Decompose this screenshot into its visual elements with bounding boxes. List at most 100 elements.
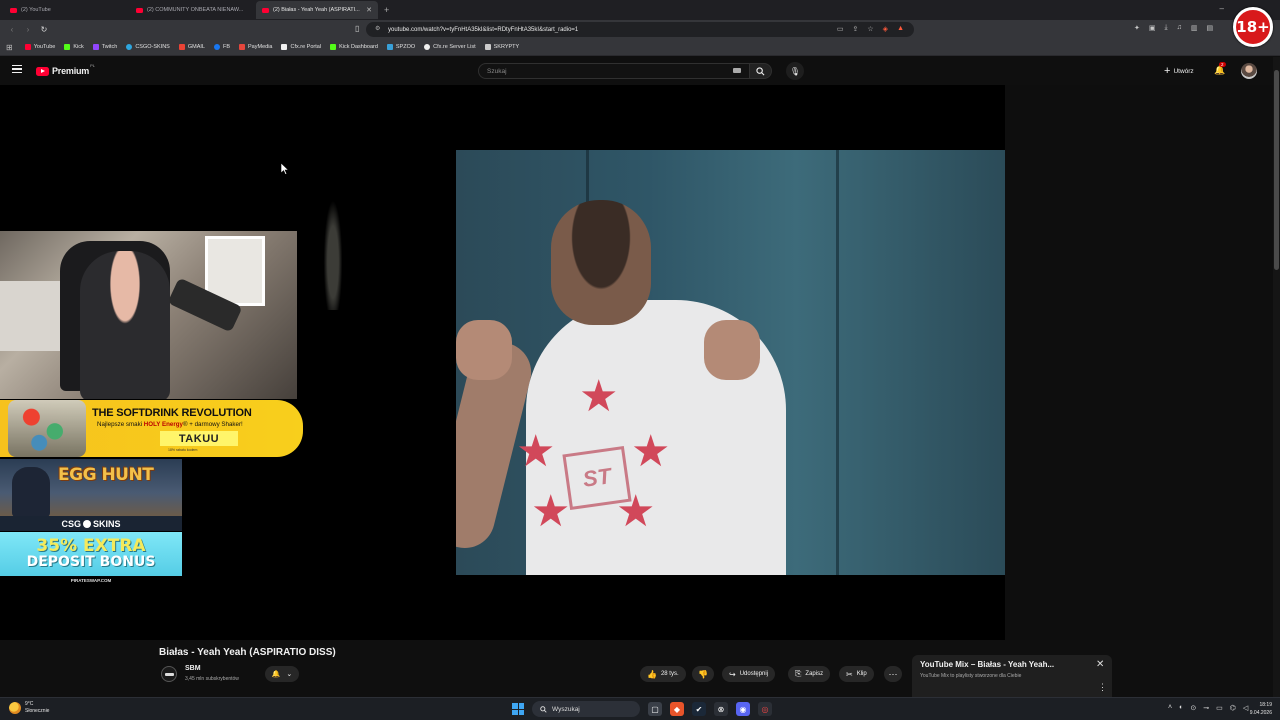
window-controls: –: [1220, 4, 1224, 13]
tray-overflow-icon[interactable]: ˄: [1168, 704, 1172, 712]
account-avatar[interactable]: [1241, 63, 1257, 79]
task-view-icon[interactable]: ▢: [648, 702, 662, 716]
subscription-bell-button[interactable]: 🔔 ⌄: [265, 666, 299, 682]
bookmark-skrypty[interactable]: SKRYPTY: [484, 44, 520, 50]
url-bar[interactable]: ⚙ youtube.com/watch?v=tyFnHtA35kI&list=R…: [366, 22, 914, 37]
bonus-line-2: DEPOSIT BONUS: [26, 554, 156, 570]
weather-description: Słonecznie: [25, 708, 50, 714]
clip-button[interactable]: ✂ Klip: [839, 666, 874, 682]
bookmark-label: Kick Dashboard: [339, 44, 378, 50]
search-input[interactable]: Szukaj: [478, 63, 750, 79]
channel-name[interactable]: SBM: [185, 665, 201, 672]
thumbs-down-icon: 👎: [698, 669, 708, 679]
rewards-triangle-icon[interactable]: ▲: [897, 25, 904, 33]
browser-tab[interactable]: (2) YouTube: [4, 1, 126, 19]
webcam-sofa: [0, 281, 60, 351]
close-icon[interactable]: ✕: [1096, 659, 1104, 670]
weather-sun-icon[interactable]: [9, 702, 21, 714]
bookmark-csgo-skins[interactable]: CSGO-SKINS: [126, 44, 170, 50]
bookmark-twitch[interactable]: Twitch: [92, 44, 117, 50]
channel-avatar[interactable]: [161, 666, 177, 682]
network-icon[interactable]: ⌬: [1230, 704, 1236, 712]
scrollbar-thumb[interactable]: [1274, 70, 1279, 270]
shirt-star: ★: [516, 427, 556, 476]
weather-temperature: 9°C: [25, 701, 34, 707]
browser-tab-active[interactable]: (2) Białas - Yeah Yeah (ASPIRATI... ✕: [256, 1, 378, 19]
minimize-icon[interactable]: –: [1220, 4, 1224, 13]
display-icon[interactable]: ▭: [1216, 704, 1223, 712]
taskbar-search-label: Wyszukaj: [552, 705, 580, 713]
weather-widget[interactable]: 9°C Słonecznie: [25, 701, 49, 715]
back-arrow-icon[interactable]: ‹: [8, 25, 16, 34]
apps-grid-icon[interactable]: ⊞: [6, 43, 13, 52]
bookmark-kick-dashboard[interactable]: Kick Dashboard: [330, 44, 378, 50]
voice-search-button[interactable]: 🎙: [786, 62, 804, 80]
extension-icon[interactable]: ✦: [1134, 24, 1140, 32]
create-label: Utwórz: [1173, 67, 1194, 75]
reload-icon[interactable]: ↻: [40, 25, 48, 34]
bookmark-star-icon[interactable]: ☆: [867, 25, 873, 33]
windows-start-icon[interactable]: [512, 703, 524, 715]
plus-icon: +: [1164, 64, 1171, 77]
bookmark-gmail[interactable]: GMAIL: [178, 44, 205, 50]
mix-title[interactable]: YouTube Mix – Białas - Yeah Yeah...: [920, 660, 1054, 669]
bell-icon: 🔔: [271, 671, 281, 678]
taskbar-clock[interactable]: 18:19 9.04.2026: [1242, 701, 1272, 717]
tray-app-icon[interactable]: ⊙: [1190, 704, 1196, 712]
share-arrow-icon: ↪: [729, 669, 736, 679]
csgo-logo-mark-icon: [83, 519, 91, 528]
bookmark-icon[interactable]: ▯: [355, 24, 359, 33]
like-count: 28 tys.: [660, 671, 679, 677]
steam-icon[interactable]: ✔: [692, 702, 706, 716]
app-icon[interactable]: ◎: [758, 702, 772, 716]
logo-text: Premium: [52, 66, 90, 76]
microphone-icon[interactable]: ⊸: [1203, 704, 1209, 712]
youtube-premium-logo[interactable]: Premium PL: [36, 63, 96, 76]
xbox-icon[interactable]: ⊗: [714, 702, 728, 716]
forward-arrow-icon[interactable]: ›: [24, 25, 32, 34]
sidebar-icon[interactable]: ▥: [1191, 24, 1198, 32]
new-tab-button[interactable]: +: [384, 5, 389, 15]
brave-browser-icon[interactable]: ◆: [670, 702, 684, 716]
egg-hunt-title: EGG HUNT: [58, 465, 154, 485]
discord-icon[interactable]: ◉: [736, 702, 750, 716]
taskbar-search-input[interactable]: Wyszukaj: [532, 701, 640, 717]
like-button[interactable]: 👍 28 tys.: [640, 666, 686, 682]
extension-icons: ✦ ▣ ⤓ ♫ ▥ ▤: [1134, 24, 1213, 32]
share-icon[interactable]: ⇪: [853, 25, 859, 33]
install-app-icon[interactable]: ▭: [837, 25, 844, 33]
extension-icon[interactable]: ▣: [1149, 24, 1156, 32]
close-tab-icon[interactable]: ✕: [366, 6, 372, 14]
country-code: PL: [90, 63, 96, 68]
site-info-icon[interactable]: ⚙: [375, 25, 380, 32]
more-actions-button[interactable]: ⋯: [884, 666, 902, 682]
bookmark-cfx-server-list[interactable]: Cfx.re Server List: [424, 44, 476, 50]
browser-tab[interactable]: (2) COMMUNITY ONBEATA NIENAW...: [130, 1, 252, 19]
clock-date: 9.04.2026: [1249, 710, 1272, 716]
download-icon[interactable]: ⤓: [1165, 24, 1168, 32]
notifications-button[interactable]: 🔔 2: [1214, 62, 1226, 76]
deposit-bonus-banner: 35% EXTRA DEPOSIT BONUS: [0, 532, 182, 576]
bookmark-youtube[interactable]: YouTube: [24, 44, 55, 50]
more-vertical-icon[interactable]: ⋮: [1098, 682, 1107, 693]
tray-app-icon[interactable]: ◐: [1179, 704, 1183, 712]
brave-shield-icon[interactable]: ◈: [883, 25, 888, 33]
wallet-icon[interactable]: ▤: [1206, 24, 1213, 32]
bookmark-paymedia[interactable]: PayMedia: [239, 44, 272, 50]
bookmark-cfx-portal[interactable]: Cfx.re Portal: [281, 44, 321, 50]
share-button[interactable]: ↪ Udostępnij: [722, 666, 776, 682]
create-button[interactable]: + Utwórz: [1158, 63, 1200, 79]
save-button[interactable]: ⎘ Zapisz: [788, 666, 831, 682]
youtube-favicon-icon: [262, 7, 269, 13]
bookmark-fb[interactable]: FB: [213, 44, 230, 50]
video-frame[interactable]: ★ ★ ★ ★ ★ ST: [456, 150, 1005, 575]
keyboard-icon[interactable]: [733, 68, 741, 73]
dislike-button[interactable]: 👎: [692, 666, 714, 682]
bookmark-kick[interactable]: Kick: [64, 44, 84, 50]
search-button[interactable]: [750, 63, 772, 79]
media-icon[interactable]: ♫: [1177, 24, 1182, 32]
menu-icon[interactable]: [12, 65, 22, 73]
bookmark-label: SKRYPTY: [493, 44, 520, 50]
bookmark-spzoo[interactable]: SPZOO: [386, 44, 415, 50]
system-tray: ˄ ◐ ⊙ ⊸ ▭ ⌬ ◁: [1168, 704, 1248, 712]
